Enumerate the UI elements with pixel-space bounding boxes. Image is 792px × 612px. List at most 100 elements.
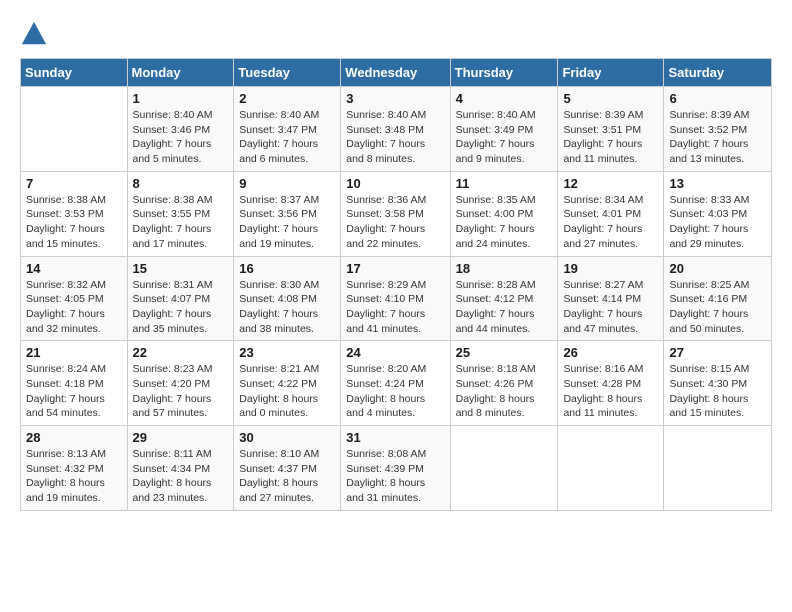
day-cell: 29 Sunrise: 8:11 AMSunset: 4:34 PMDayligh… [127,426,234,511]
logo [20,20,52,48]
day-cell: 4 Sunrise: 8:40 AMSunset: 3:49 PMDaylight… [450,87,558,172]
day-cell [450,426,558,511]
day-number: 7 [26,176,122,191]
day-cell: 22 Sunrise: 8:23 AMSunset: 4:20 PMDayligh… [127,341,234,426]
day-header-monday: Monday [127,59,234,87]
day-number: 11 [456,176,553,191]
day-cell: 2 Sunrise: 8:40 AMSunset: 3:47 PMDaylight… [234,87,341,172]
day-cell: 10 Sunrise: 8:36 AMSunset: 3:58 PMDayligh… [341,171,450,256]
day-info: Sunrise: 8:37 AMSunset: 3:56 PMDaylight:… [239,193,335,252]
day-info: Sunrise: 8:39 AMSunset: 3:52 PMDaylight:… [669,108,766,167]
day-number: 31 [346,430,444,445]
day-number: 18 [456,261,553,276]
day-cell: 26 Sunrise: 8:16 AMSunset: 4:28 PMDayligh… [558,341,664,426]
day-number: 19 [563,261,658,276]
day-info: Sunrise: 8:10 AMSunset: 4:37 PMDaylight:… [239,447,335,506]
day-cell: 18 Sunrise: 8:28 AMSunset: 4:12 PMDayligh… [450,256,558,341]
day-cell: 6 Sunrise: 8:39 AMSunset: 3:52 PMDaylight… [664,87,772,172]
day-info: Sunrise: 8:27 AMSunset: 4:14 PMDaylight:… [563,278,658,337]
day-info: Sunrise: 8:38 AMSunset: 3:53 PMDaylight:… [26,193,122,252]
day-number: 3 [346,91,444,106]
day-cell: 17Sunrise: 8:29 AMSunset: 4:10 PMDayligh… [341,256,450,341]
day-info: Sunrise: 8:38 AMSunset: 3:55 PMDaylight:… [133,193,229,252]
week-row-1: 1 Sunrise: 8:40 AMSunset: 3:46 PMDaylight… [21,87,772,172]
day-info: Sunrise: 8:15 AMSunset: 4:30 PMDaylight:… [669,362,766,421]
day-cell: 21Sunrise: 8:24 AMSunset: 4:18 PMDayligh… [21,341,128,426]
day-info: Sunrise: 8:36 AMSunset: 3:58 PMDaylight:… [346,193,444,252]
day-header-wednesday: Wednesday [341,59,450,87]
day-number: 4 [456,91,553,106]
day-info: Sunrise: 8:11 AMSunset: 4:34 PMDaylight:… [133,447,229,506]
day-header-tuesday: Tuesday [234,59,341,87]
day-number: 22 [133,345,229,360]
day-info: Sunrise: 8:33 AMSunset: 4:03 PMDaylight:… [669,193,766,252]
day-info: Sunrise: 8:29 AMSunset: 4:10 PMDaylight:… [346,278,444,337]
day-cell [21,87,128,172]
day-cell: 15Sunrise: 8:31 AMSunset: 4:07 PMDayligh… [127,256,234,341]
day-cell: 1 Sunrise: 8:40 AMSunset: 3:46 PMDaylight… [127,87,234,172]
day-info: Sunrise: 8:39 AMSunset: 3:51 PMDaylight:… [563,108,658,167]
day-header-saturday: Saturday [664,59,772,87]
day-cell: 25 Sunrise: 8:18 AMSunset: 4:26 PMDayligh… [450,341,558,426]
day-number: 30 [239,430,335,445]
day-info: Sunrise: 8:31 AMSunset: 4:07 PMDaylight:… [133,278,229,337]
day-info: Sunrise: 8:16 AMSunset: 4:28 PMDaylight:… [563,362,658,421]
day-info: Sunrise: 8:35 AMSunset: 4:00 PMDaylight:… [456,193,553,252]
day-number: 2 [239,91,335,106]
day-number: 6 [669,91,766,106]
day-info: Sunrise: 8:28 AMSunset: 4:12 PMDaylight:… [456,278,553,337]
day-cell: 3 Sunrise: 8:40 AMSunset: 3:48 PMDaylight… [341,87,450,172]
day-number: 23 [239,345,335,360]
day-cell [664,426,772,511]
day-cell: 24 Sunrise: 8:20 AMSunset: 4:24 PMDayligh… [341,341,450,426]
week-row-2: 7 Sunrise: 8:38 AMSunset: 3:53 PMDaylight… [21,171,772,256]
page-header [20,20,772,48]
day-number: 24 [346,345,444,360]
day-cell: 27 Sunrise: 8:15 AMSunset: 4:30 PMDayligh… [664,341,772,426]
day-cell: 13Sunrise: 8:33 AMSunset: 4:03 PMDayligh… [664,171,772,256]
day-number: 1 [133,91,229,106]
day-info: Sunrise: 8:40 AMSunset: 3:49 PMDaylight:… [456,108,553,167]
day-header-sunday: Sunday [21,59,128,87]
week-row-4: 21Sunrise: 8:24 AMSunset: 4:18 PMDayligh… [21,341,772,426]
day-number: 28 [26,430,122,445]
day-info: Sunrise: 8:40 AMSunset: 3:48 PMDaylight:… [346,108,444,167]
day-number: 29 [133,430,229,445]
day-cell: 5 Sunrise: 8:39 AMSunset: 3:51 PMDaylight… [558,87,664,172]
logo-icon [20,20,48,48]
day-number: 21 [26,345,122,360]
day-cell: 30 Sunrise: 8:10 AMSunset: 4:37 PMDayligh… [234,426,341,511]
day-info: Sunrise: 8:18 AMSunset: 4:26 PMDaylight:… [456,362,553,421]
day-info: Sunrise: 8:23 AMSunset: 4:20 PMDaylight:… [133,362,229,421]
day-cell: 20 Sunrise: 8:25 AMSunset: 4:16 PMDayligh… [664,256,772,341]
day-cell: 8 Sunrise: 8:38 AMSunset: 3:55 PMDaylight… [127,171,234,256]
day-header-friday: Friday [558,59,664,87]
day-cell: 19 Sunrise: 8:27 AMSunset: 4:14 PMDayligh… [558,256,664,341]
day-number: 27 [669,345,766,360]
day-cell: 11 Sunrise: 8:35 AMSunset: 4:00 PMDayligh… [450,171,558,256]
day-number: 10 [346,176,444,191]
day-cell: 23 Sunrise: 8:21 AMSunset: 4:22 PMDayligh… [234,341,341,426]
day-cell: 7 Sunrise: 8:38 AMSunset: 3:53 PMDaylight… [21,171,128,256]
day-info: Sunrise: 8:13 AMSunset: 4:32 PMDaylight:… [26,447,122,506]
day-number: 12 [563,176,658,191]
day-info: Sunrise: 8:32 AMSunset: 4:05 PMDaylight:… [26,278,122,337]
day-cell: 28 Sunrise: 8:13 AMSunset: 4:32 PMDayligh… [21,426,128,511]
day-number: 26 [563,345,658,360]
day-info: Sunrise: 8:40 AMSunset: 3:47 PMDaylight:… [239,108,335,167]
day-info: Sunrise: 8:20 AMSunset: 4:24 PMDaylight:… [346,362,444,421]
day-info: Sunrise: 8:40 AMSunset: 3:46 PMDaylight:… [133,108,229,167]
day-info: Sunrise: 8:30 AMSunset: 4:08 PMDaylight:… [239,278,335,337]
day-number: 25 [456,345,553,360]
day-cell: 14Sunrise: 8:32 AMSunset: 4:05 PMDayligh… [21,256,128,341]
day-number: 8 [133,176,229,191]
day-number: 20 [669,261,766,276]
day-info: Sunrise: 8:34 AMSunset: 4:01 PMDaylight:… [563,193,658,252]
day-info: Sunrise: 8:21 AMSunset: 4:22 PMDaylight:… [239,362,335,421]
week-row-5: 28 Sunrise: 8:13 AMSunset: 4:32 PMDayligh… [21,426,772,511]
day-number: 5 [563,91,658,106]
calendar-table: SundayMondayTuesdayWednesdayThursdayFrid… [20,58,772,511]
day-number: 9 [239,176,335,191]
day-info: Sunrise: 8:25 AMSunset: 4:16 PMDaylight:… [669,278,766,337]
day-info: Sunrise: 8:08 AMSunset: 4:39 PMDaylight:… [346,447,444,506]
